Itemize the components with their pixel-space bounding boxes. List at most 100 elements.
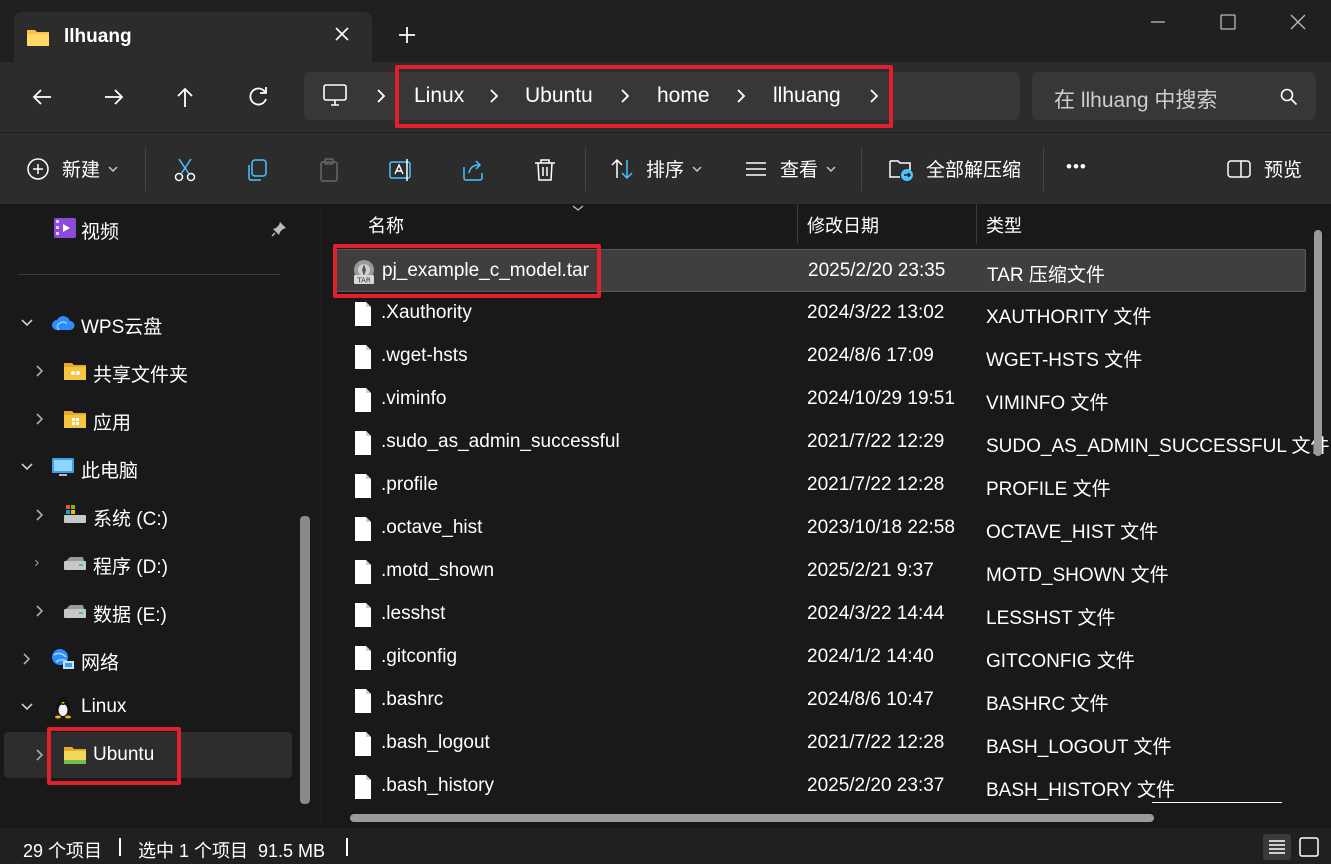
chevron-right-icon[interactable] [33, 747, 47, 763]
sidebar-item-wps-cloud[interactable]: WPS云盘 [0, 303, 300, 343]
column-header-date[interactable]: 修改日期 [807, 212, 879, 238]
horizontal-scrollbar[interactable] [350, 814, 1154, 822]
column-divider[interactable] [797, 204, 798, 244]
search-input[interactable]: 在 llhuang 中搜索 [1032, 72, 1316, 120]
chevron-right-icon[interactable] [20, 651, 34, 667]
rename-icon[interactable] [388, 157, 414, 183]
column-header-type[interactable]: 类型 [986, 212, 1022, 238]
file-type: MOTD_SHOWN 文件 [986, 565, 1169, 586]
sidebar-item-network[interactable]: 网络 [0, 639, 300, 679]
file-icon [355, 603, 371, 627]
minimize-icon[interactable] [1146, 10, 1170, 34]
extract-all-button[interactable]: 全部解压缩 [888, 155, 1021, 182]
new-tab-icon[interactable] [396, 24, 418, 46]
sidebar-scrollbar[interactable] [300, 516, 310, 804]
highlight-ubuntu [47, 727, 181, 785]
tiles-view-icon[interactable] [1295, 834, 1323, 860]
vertical-scrollbar[interactable] [1314, 230, 1322, 456]
column-divider[interactable] [976, 204, 977, 244]
sidebar-label: 数据 (E:) [93, 605, 167, 626]
file-row[interactable]: .viminfo 2024/10/29 19:51 VIMINFO 文件 [336, 378, 1306, 421]
sidebar-item-apps[interactable]: 应用 [0, 399, 300, 439]
sidebar-label: 应用 [93, 413, 132, 434]
file-name: .wget-hsts [381, 345, 468, 366]
delete-icon[interactable] [532, 157, 558, 183]
chevron-right-icon[interactable] [33, 603, 47, 619]
selection-info: 选中 1 个项目 91.5 MB [138, 841, 326, 861]
search-icon[interactable] [1280, 88, 1298, 106]
file-date: 2024/10/29 19:51 [807, 388, 955, 409]
sidebar-item-shared-folder[interactable]: 共享文件夹 [0, 351, 300, 391]
sidebar-item-videos[interactable]: 视频 [0, 208, 300, 248]
chevron-down-icon[interactable] [20, 699, 34, 715]
refresh-icon[interactable] [243, 82, 273, 112]
file-row[interactable]: .profile 2021/7/22 12:28 PROFILE 文件 [336, 464, 1306, 507]
file-row[interactable]: .bash_logout 2021/7/22 12:28 BASH_LOGOUT 文… [336, 722, 1306, 765]
divider [861, 147, 862, 191]
sidebar-item-linux[interactable]: Linux [0, 687, 300, 727]
close-tab-icon[interactable] [332, 24, 352, 44]
column-header-name[interactable]: 名称 [368, 212, 404, 238]
file-icon [355, 474, 371, 498]
file-type: WGET-HSTS 文件 [986, 350, 1143, 371]
file-row[interactable]: .lesshst 2024/3/22 14:44 LESSHST 文件 [336, 593, 1306, 636]
plus-circle-icon [27, 157, 49, 180]
more-options-button[interactable]: ••• [1066, 157, 1087, 177]
file-row[interactable]: .gitconfig 2024/1/2 14:40 GITCONFIG 文件 [336, 636, 1306, 679]
file-row[interactable]: .sudo_as_admin_successful 2021/7/22 12:29… [336, 421, 1330, 464]
maximize-icon[interactable] [1216, 10, 1240, 34]
file-name: .gitconfig [381, 646, 458, 667]
file-icon [355, 517, 371, 541]
file-name: .viminfo [381, 388, 447, 409]
close-window-icon[interactable] [1286, 10, 1310, 34]
tab-llhuang[interactable]: llhuang [14, 12, 372, 62]
sort-button[interactable]: 排序 [610, 155, 702, 182]
highlight-breadcrumb [395, 65, 893, 128]
view-button[interactable]: 查看 [744, 155, 836, 182]
file-type: GITCONFIG 文件 [986, 651, 1135, 672]
file-row[interactable]: .octave_hist 2023/10/18 22:58 OCTAVE_HIST … [336, 507, 1306, 550]
file-row[interactable]: .bashrc 2024/8/6 10:47 BASHRC 文件 [336, 679, 1306, 722]
chevron-right-icon[interactable] [33, 363, 47, 379]
file-icon [355, 646, 371, 670]
preview-pane-icon [1227, 159, 1251, 178]
sidebar-item-drive-e[interactable]: 数据 (E:) [0, 591, 300, 631]
file-type: BASH_LOGOUT 文件 [986, 737, 1172, 758]
title-bar: llhuang [0, 0, 1331, 62]
chevron-right-icon[interactable] [33, 411, 47, 427]
cut-icon[interactable] [172, 157, 198, 183]
up-arrow-icon[interactable] [170, 82, 200, 112]
chevron-down-icon[interactable] [20, 315, 34, 331]
sidebar-item-drive-c[interactable]: 系统 (C:) [0, 495, 300, 535]
extract-all-label: 全部解压缩 [926, 160, 1022, 181]
forward-arrow-icon[interactable] [99, 82, 129, 112]
back-arrow-icon[interactable] [27, 82, 57, 112]
file-type: BASH_HISTORY 文件 [986, 780, 1176, 801]
new-button[interactable]: 新建 [26, 155, 118, 182]
pin-icon[interactable] [271, 221, 287, 237]
sidebar-item-this-pc[interactable]: 此电脑 [0, 447, 300, 487]
file-row[interactable]: .wget-hsts 2024/8/6 17:09 WGET-HSTS 文件 [336, 335, 1306, 378]
chevron-right-icon[interactable] [33, 507, 47, 523]
highlight-tar-file [333, 244, 601, 298]
details-view-icon[interactable] [1263, 834, 1291, 860]
sidebar-item-drive-d[interactable]: 程序 (D:) [0, 543, 300, 583]
folder-icon [64, 411, 86, 428]
file-name: .lesshst [381, 603, 446, 624]
paste-icon[interactable] [316, 157, 342, 183]
share-icon[interactable] [460, 157, 486, 183]
status-divider [346, 838, 348, 856]
preview-label: 预览 [1264, 160, 1303, 181]
file-row[interactable]: .Xauthority 2024/3/22 13:02 XAUTHORITY 文件 [336, 292, 1306, 335]
chevron-down-icon[interactable] [20, 459, 34, 475]
command-bar: 新建 排序 查看 全部解压缩 ••• 预览 [0, 132, 1331, 204]
sidebar-divider [18, 274, 280, 275]
tab-title: llhuang [64, 26, 132, 47]
file-icon [355, 732, 371, 756]
preview-pane-button[interactable]: 预览 [1226, 155, 1302, 182]
sidebar-label: WPS云盘 [81, 317, 163, 338]
chevron-right-icon[interactable] [33, 555, 47, 571]
file-name: .Xauthority [381, 302, 472, 323]
file-row[interactable]: .motd_shown 2025/2/21 9:37 MOTD_SHOWN 文件 [336, 550, 1306, 593]
copy-icon[interactable] [244, 157, 270, 183]
